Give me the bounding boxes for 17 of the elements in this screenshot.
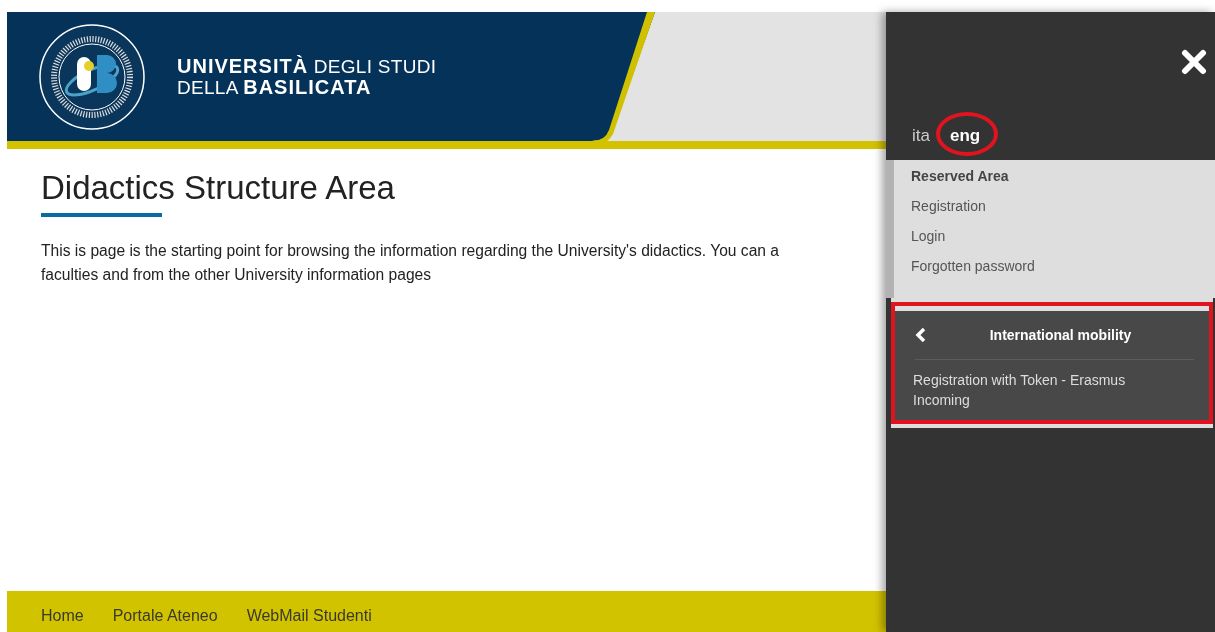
- language-option[interactable]: ita: [912, 126, 930, 146]
- footer-link[interactable]: Home: [41, 606, 84, 625]
- menu-link[interactable]: Registration: [911, 196, 986, 226]
- footer-link[interactable]: Portale Ateneo: [112, 606, 218, 625]
- submenu-title: International mobility: [988, 327, 1133, 343]
- logo-icon: [37, 21, 147, 132]
- language-option[interactable]: eng: [949, 126, 981, 146]
- university-wordmark: UNIVERSITÀ DEGLI STUDI DELLA BASILICATA: [177, 55, 437, 98]
- intro-paragraph: This is page is the starting point for browsing the information regarding the University's didactics. You can a faculties and from the other University information pages: [41, 241, 779, 285]
- back-button[interactable]: [915, 327, 927, 343]
- submenu-link[interactable]: Registration with Token - Erasmus Incoming: [913, 370, 1153, 410]
- page-title: Didactics Structure Area: [41, 169, 395, 207]
- section-heading: Reserved Area: [911, 168, 1010, 184]
- footer-link[interactable]: WebMail Studenti: [246, 606, 372, 625]
- menu-link[interactable]: Forgotten password: [911, 256, 1035, 286]
- close-button[interactable]: [1181, 49, 1207, 75]
- menu-link[interactable]: Login: [911, 226, 946, 256]
